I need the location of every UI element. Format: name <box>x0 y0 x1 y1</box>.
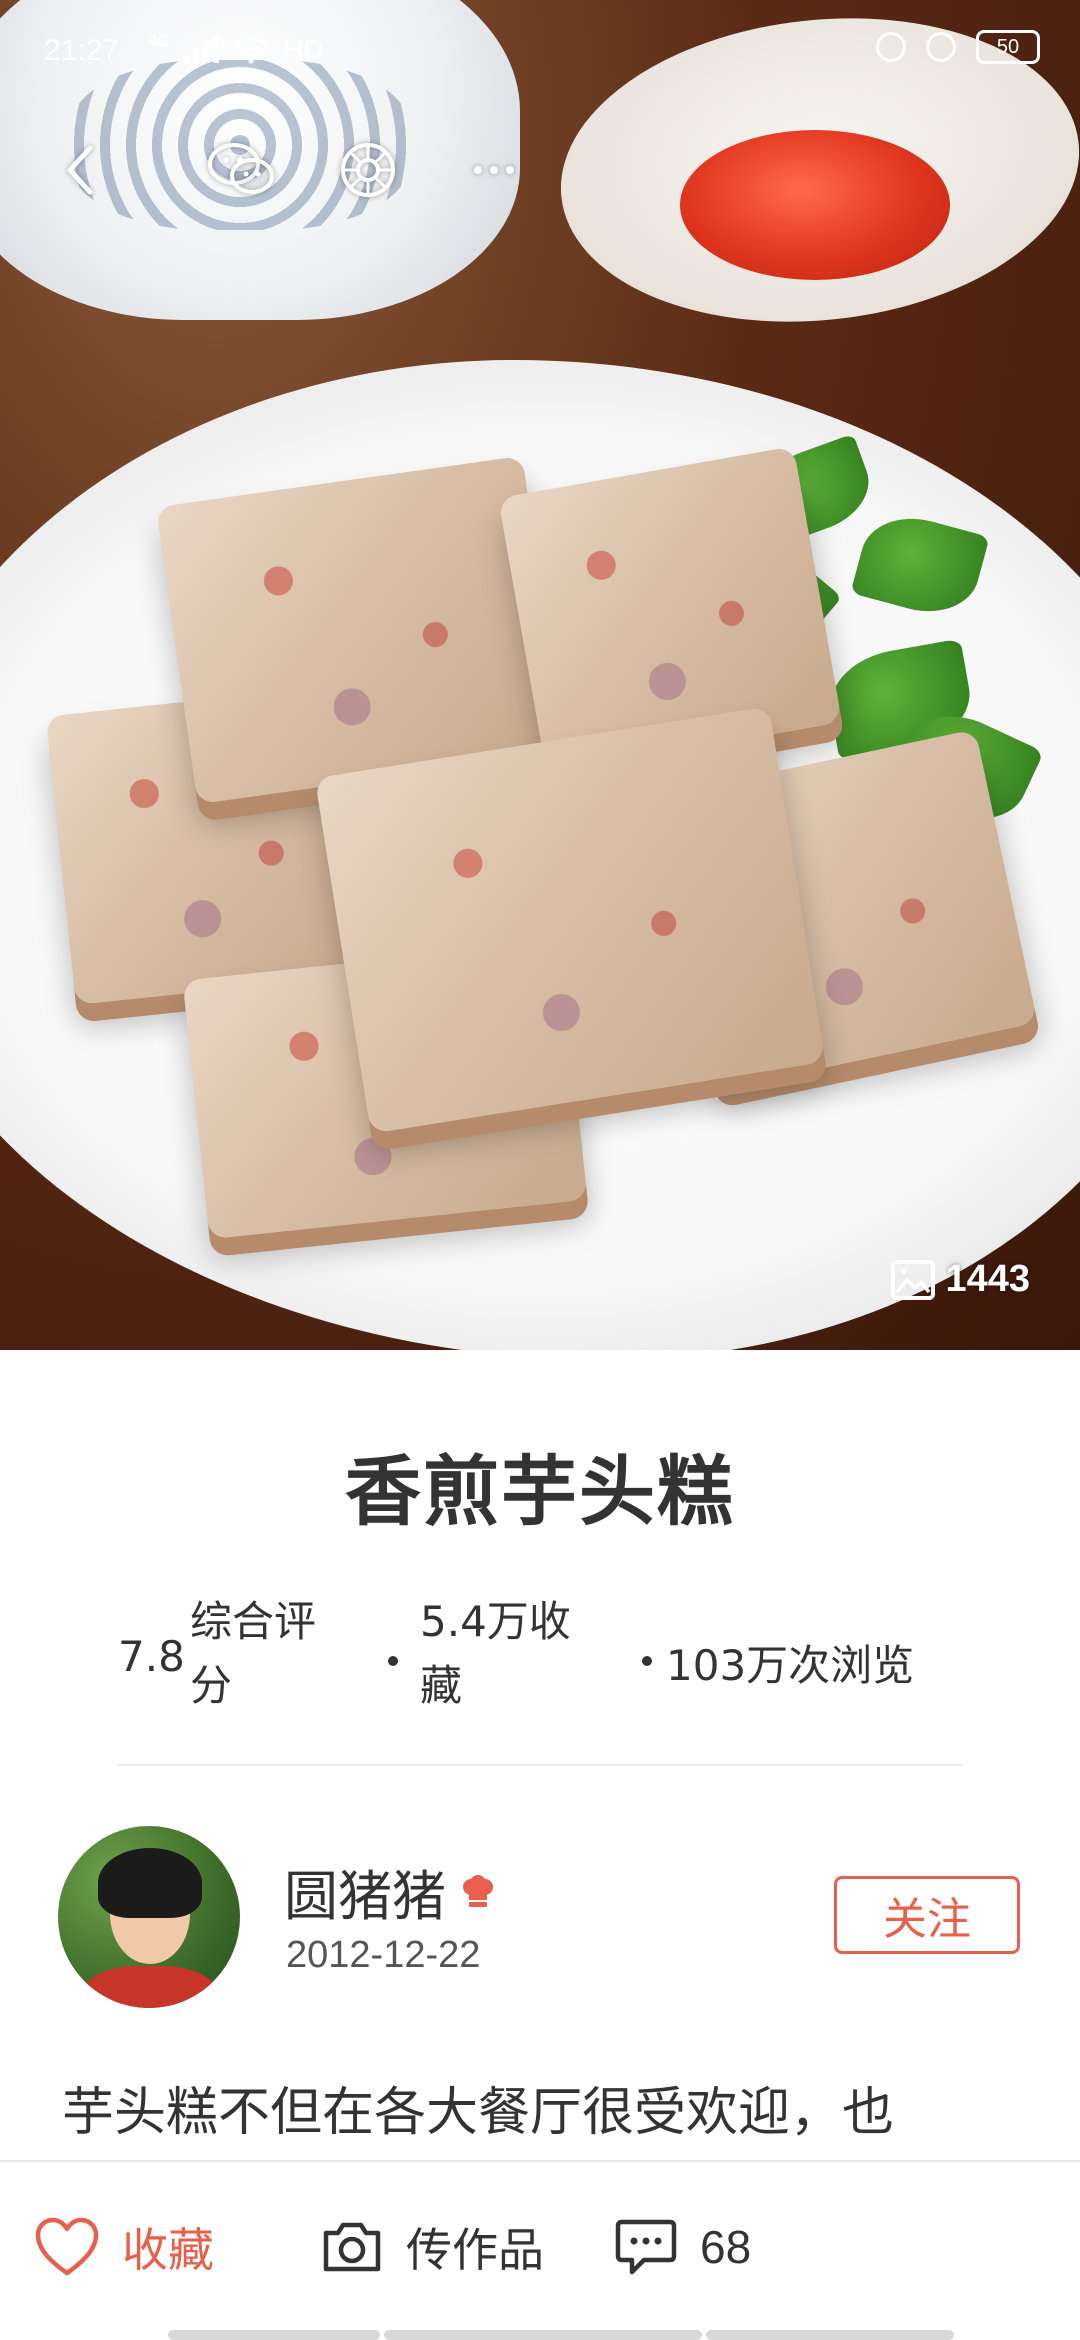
alarm-icon <box>926 32 956 62</box>
vibrate-icon <box>876 32 906 62</box>
camera-icon <box>323 2222 381 2272</box>
upload-label: 传作品 <box>406 2223 544 2277</box>
recipe-stats: 7.8 综合评分 5.4万收藏 103万次浏览 <box>118 1590 978 1720</box>
connection-label: HD <box>283 34 324 65</box>
status-bar: 21:27 4G HD 50 <box>0 0 1080 100</box>
photo-count-value: 1443 <box>945 1258 1030 1300</box>
score-value: 7.8 <box>118 1632 185 1681</box>
nav-indicator <box>168 2330 380 2340</box>
top-toolbar <box>0 120 1080 220</box>
battery-icon: 50 <box>976 30 1040 64</box>
separator-dot <box>642 1656 652 1666</box>
wechat-icon <box>208 143 274 194</box>
favorite-button[interactable]: 收藏 <box>34 2212 214 2282</box>
recipe-title: 香煎芋头糕 <box>345 1447 735 1536</box>
more-button[interactable] <box>444 120 544 220</box>
back-icon <box>67 145 93 195</box>
publish-date: 2012-12-22 <box>286 1934 481 1976</box>
share-moments-button[interactable] <box>318 120 418 220</box>
divider <box>118 1764 962 1766</box>
network-type: 4G <box>148 33 170 50</box>
follow-button[interactable]: 关注 <box>834 1876 1020 1954</box>
gallery-icon <box>891 1259 936 1300</box>
bottom-action-bar: 收藏 传作品 68 <box>0 2160 1080 2340</box>
upload-work-button[interactable]: 传作品 <box>320 2212 544 2282</box>
heart-icon <box>35 2217 99 2276</box>
avatar-apron <box>80 1966 220 2008</box>
author-name-row[interactable]: 圆猪猪 <box>284 1852 496 1931</box>
comment-count: 68 <box>700 2221 752 2273</box>
author-avatar[interactable] <box>58 1826 240 2008</box>
favorite-label: 收藏 <box>122 2223 214 2277</box>
separator-dot <box>388 1656 398 1666</box>
comment-icon <box>615 2219 677 2275</box>
recipe-description: 芋头糕不但在各大餐厅很受欢迎，也 <box>62 2083 895 2143</box>
favorites-count: 5.4万收藏 <box>420 1597 571 1710</box>
share-wechat-button[interactable] <box>192 120 292 220</box>
nav-indicator <box>384 2330 702 2340</box>
signal-icon <box>183 37 220 63</box>
views-count: 103万次浏览 <box>666 1641 915 1690</box>
avatar-hair <box>98 1848 202 1918</box>
score-label: 综合评分 <box>190 1597 317 1710</box>
nav-indicator <box>706 2330 954 2340</box>
taro-cake-slice <box>314 706 826 1134</box>
status-time: 21:27 <box>44 34 120 67</box>
more-icon <box>474 166 514 174</box>
photo-count[interactable]: 1443 <box>891 1258 1030 1301</box>
moments-icon <box>341 143 395 197</box>
wifi-icon <box>234 36 269 64</box>
author-name: 圆猪猪 <box>284 1865 446 1928</box>
comments-button[interactable]: 68 <box>614 2212 751 2282</box>
chef-hat-icon <box>463 1874 493 1907</box>
back-button[interactable] <box>30 120 130 220</box>
